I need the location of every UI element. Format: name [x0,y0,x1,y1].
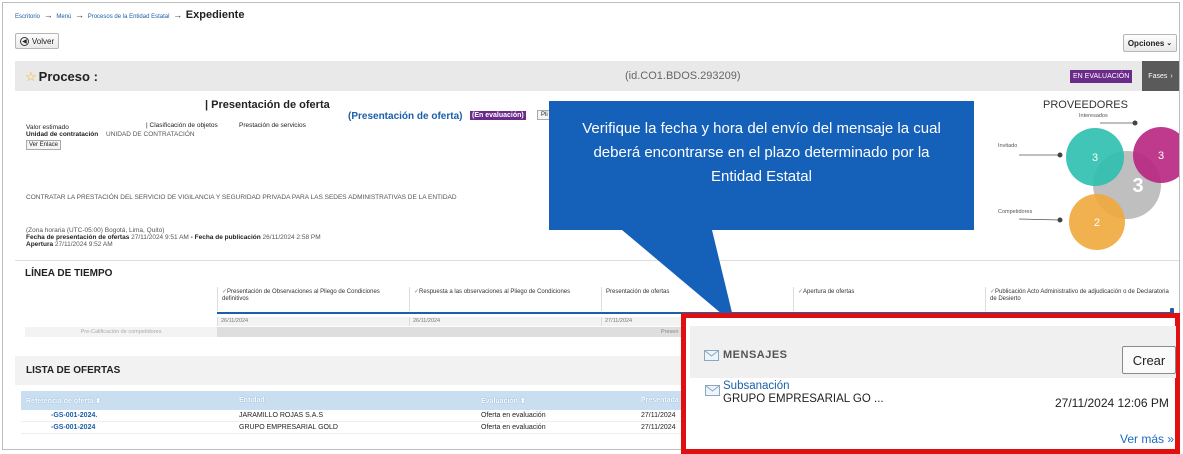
prequalification-label: Pre-Calificación de competidores [25,327,217,337]
submission-date-value: 27/11/2024 9:51 AM [131,234,189,241]
offer-evaluation: Oferta en evaluación [481,412,546,419]
breadcrumb-separator: → [173,10,183,20]
timeline-step: Presentación de ofertas [601,287,793,311]
offer-evaluation: Oferta en evaluación [481,424,546,431]
providers-title: PROVEEDORES [1043,99,1128,111]
submission-date-label: Fecha de presentación de ofertas [26,234,130,241]
message-sender: GRUPO EMPRESARIAL GO ... [723,393,884,405]
estimated-value-label: Valor estimado [26,124,69,131]
classification-label: | Clasificación de objetos [146,122,218,129]
view-more-link[interactable]: Ver más » [1120,432,1174,446]
timeline-step: ✓Presentación de Observaciones al Pliego… [217,287,409,311]
unit-label: Unidad de contratación [26,131,99,138]
status-badge: EN EVALUACIÓN [1070,70,1133,83]
timezone-text: (Zona horaria (UTC-05:00) Bogotá, Lima, … [26,227,165,234]
phases-button[interactable]: Fases › [1142,61,1179,91]
chevron-right-icon: › [1170,72,1173,80]
offer-entity: GRUPO EMPRESARIAL GOLD [239,424,338,431]
timeline-date: 26/11/2024 [409,317,601,326]
timeline-columns: ✓Presentación de Observaciones al Pliego… [217,287,1177,311]
arrow-left-icon: ◀ [19,36,29,46]
column-header-evaluation[interactable]: Evaluación ⬍ [481,397,641,405]
breadcrumb-escritorio[interactable]: Escritorio [15,14,40,20]
interested-count: 3 [1158,150,1164,162]
offers-heading: LISTA DE OFERTAS [15,356,695,385]
competitors-count: 2 [1094,217,1100,229]
options-label: Opciones [1127,38,1165,48]
offer-reference-link[interactable]: -GS-001-2024 [21,424,239,431]
column-header-entity[interactable]: Entidad [239,397,481,404]
process-id: (id.CO1.BDOS.293209) [625,70,741,82]
providers-bubble-chart: 3 3 3 2 [1018,120,1179,250]
opening-value: 27/11/2024 9:52 AM [54,241,113,248]
options-dropdown[interactable]: Opciones ⌄ [1123,34,1177,52]
timeline-step: ✓Publicación Acto Administrativo de adju… [985,287,1177,311]
back-button[interactable]: ◀ Volver [15,33,59,49]
publication-date-label: - Fecha de publicación [190,234,261,241]
timeline-heading: LÍNEA DE TIEMPO [25,268,113,279]
classification-value: Prestación de servicios [239,122,306,129]
back-button-label: Volver [31,36,55,46]
table-row: -GS-001-2024 GRUPO EMPRESARIAL GOLD Ofer… [21,422,693,434]
timeline-step: ✓Apertura de ofertas [793,287,985,311]
messages-panel-highlight: MENSAJES Crear Subsanación GRUPO EMPRESA… [681,313,1180,454]
phase-link[interactable]: (Presentación de oferta) [348,111,462,122]
view-link-button[interactable]: Ver Enlace [26,140,62,150]
total-count: 3 [1132,175,1143,197]
offers-table: Referencia de oferta ⬍ Entidad Evaluació… [21,391,693,434]
timeline-date: 26/11/2024 [217,317,409,326]
create-message-button[interactable]: Crear [1122,346,1176,374]
publication-date-value: 26/11/2024 2:58 PM [262,234,321,241]
table-header: Referencia de oferta ⬍ Entidad Evaluació… [21,391,693,410]
invited-count: 3 [1092,152,1098,164]
phases-label: Fases [1148,72,1168,80]
process-header-bar: ☆ Proceso : (id.CO1.BDOS.293209) EN EVALU… [15,61,1179,91]
breadcrumb-separator: → [75,10,85,20]
process-description: CONTRATAR LA PRESTACIÓN DEL SERVICIO DE … [26,194,457,201]
envelope-icon [705,385,720,396]
unit-value: UNIDAD DE CONTRATACIÓN [106,131,195,138]
chevron-down-icon: ⌄ [1166,40,1173,47]
message-subject-link[interactable]: Subsanación [723,380,790,392]
star-icon[interactable]: ☆ [25,69,37,84]
breadcrumb: Escritorio → Menú → Procesos de la Entid… [15,9,246,21]
breadcrumb-menu[interactable]: Menú [56,14,71,20]
envelope-icon [704,350,719,361]
column-header-reference[interactable]: Referencia de oferta ⬍ [21,397,239,405]
timeline-phase-label: Presen [661,329,679,335]
breadcrumb-procesos[interactable]: Procesos de la Entidad Estatal [88,14,170,20]
callout-bubble: Verifique la fecha y hora del envío del … [549,101,974,230]
breadcrumb-current: Expediente [185,9,245,21]
messages-title: MENSAJES [723,349,788,361]
timeline-step: ✓Respuesta a las observaciones al Pliego… [409,287,601,311]
process-title: ☆ Proceso : [25,69,98,84]
breadcrumb-separator: → [43,10,53,20]
sort-icon[interactable]: ⬍ [520,398,526,405]
message-date: 27/11/2024 12:06 PM [1055,396,1169,410]
callout-text: Verifique la fecha y hora del envío del … [582,120,941,185]
process-dates: (Zona horaria (UTC-05:00) Bogotá, Lima, … [26,227,321,248]
opening-label: Apertura [26,241,54,248]
messages-header: MENSAJES Crear [690,326,1176,378]
phase-status-badge: (En evaluación) [470,111,526,120]
phase-heading: | Presentación de oferta [205,99,330,111]
table-row: -GS-001-2024. JARAMILLO ROJAS S.A.S Ofer… [21,410,693,422]
offer-reference-link[interactable]: -GS-001-2024. [21,412,239,419]
sort-icon[interactable]: ⬍ [95,398,101,405]
offer-entity: JARAMILLO ROJAS S.A.S [239,412,324,419]
